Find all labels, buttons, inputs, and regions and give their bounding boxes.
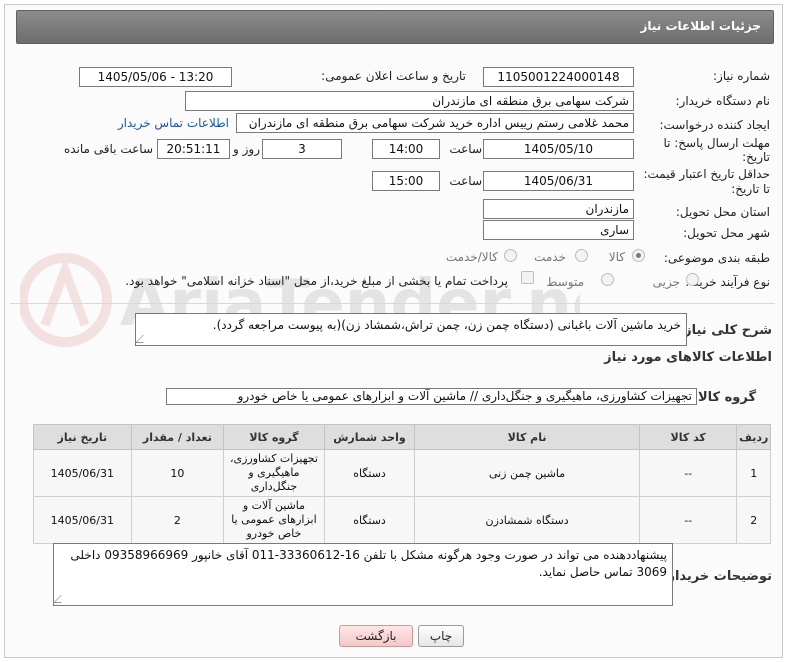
need-number-field: 1105001224000148 bbox=[483, 67, 634, 87]
cell-row-number: 1 bbox=[736, 449, 771, 497]
buyer-notes-label: توضیحات خریدار: bbox=[662, 569, 772, 584]
process-option-medium: متوسط bbox=[546, 275, 584, 289]
description-text: خرید ماشین آلات باغبانی (دستگاه چمن زن، … bbox=[212, 318, 681, 332]
category-label: طبقه بندی موضوعی: bbox=[663, 251, 770, 265]
days-label: روز و bbox=[233, 142, 260, 156]
description-textarea[interactable]: خرید ماشین آلات باغبانی (دستگاه چمن زن، … bbox=[135, 313, 687, 346]
validity-time-field: 15:00 bbox=[372, 171, 440, 191]
buyer-contact-link[interactable]: اطلاعات تماس خریدار bbox=[118, 116, 229, 130]
validity-time-label: ساعت bbox=[449, 174, 482, 188]
cell-item-code: -- bbox=[638, 449, 738, 497]
section-divider bbox=[10, 303, 775, 304]
description-label: شرح کلی نیاز: bbox=[678, 323, 772, 338]
print-button[interactable]: چاپ bbox=[418, 625, 464, 647]
back-button[interactable]: بازگشت bbox=[339, 625, 413, 647]
cell-unit: دستگاه bbox=[323, 496, 416, 544]
process-radio-minor[interactable] bbox=[686, 273, 699, 286]
table-row: 2 -- دستگاه شمشادزن دستگاه ماشین آلات و … bbox=[33, 496, 771, 544]
cell-row-number: 2 bbox=[736, 496, 771, 544]
validity-label-date: تا تاریخ: bbox=[731, 182, 770, 196]
creator-label: ایجاد کننده درخواست: bbox=[659, 118, 770, 132]
table-row: 1 -- ماشین چمن زنی دستگاه تجهیزات کشاورز… bbox=[33, 449, 771, 497]
goods-group-field: تجهیزات کشاورزی، ماهیگیری و جنگل‌داری //… bbox=[166, 388, 697, 405]
header-quantity: تعداد / مقدار bbox=[130, 424, 225, 450]
city-label: شهر محل تحویل: bbox=[683, 226, 770, 240]
goods-group-label: گروه کالا: bbox=[692, 390, 756, 405]
process-option-minor: جزیی bbox=[652, 275, 680, 289]
deadline-label-date: تاریخ: bbox=[742, 150, 770, 164]
deadline-time-label: ساعت bbox=[449, 142, 482, 156]
category-option-goods: کالا bbox=[608, 250, 625, 264]
cell-quantity: 2 bbox=[130, 496, 225, 544]
category-option-goods-service: کالا/خدمت bbox=[445, 250, 498, 264]
category-radio-service[interactable] bbox=[575, 249, 588, 262]
panel-header: جزئیات اطلاعات نیاز bbox=[16, 10, 774, 44]
header-row-number: ردیف bbox=[736, 424, 771, 450]
category-option-service: خدمت bbox=[534, 250, 566, 264]
province-field: مازندران bbox=[483, 199, 634, 219]
category-radio-goods-service[interactable] bbox=[504, 249, 517, 262]
cell-item-name: دستگاه شمشادزن bbox=[414, 496, 640, 544]
panel-title: جزئیات اطلاعات نیاز bbox=[640, 19, 761, 33]
header-item-group: گروه کالا bbox=[223, 424, 325, 450]
deadline-time-field: 14:00 bbox=[372, 139, 440, 159]
resize-grip-icon[interactable] bbox=[53, 595, 69, 603]
cell-item-group: تجهیزات کشاورزی، ماهیگیری و جنگل‌داری bbox=[223, 449, 325, 497]
cell-unit: دستگاه bbox=[323, 449, 416, 497]
treasury-payment-note: پرداخت تمام یا بخشی از مبلغ خرید،از محل … bbox=[125, 274, 508, 288]
need-number-label: شماره نیاز: bbox=[713, 69, 770, 83]
remaining-label: ساعت باقی مانده bbox=[63, 142, 153, 156]
header-need-date: تاریخ نیاز bbox=[33, 424, 132, 450]
cell-item-code: -- bbox=[638, 496, 738, 544]
table-header-row: ردیف کد کالا نام کالا واحد شمارش گروه کا… bbox=[33, 424, 771, 450]
cell-quantity: 10 bbox=[130, 449, 225, 497]
category-radio-goods[interactable] bbox=[632, 249, 645, 262]
cell-need-date: 1405/06/31 bbox=[33, 449, 132, 497]
header-unit: واحد شمارش bbox=[323, 424, 416, 450]
goods-table: ردیف کد کالا نام کالا واحد شمارش گروه کا… bbox=[33, 424, 771, 544]
process-radio-medium[interactable] bbox=[601, 273, 614, 286]
validity-date-field: 1405/06/31 bbox=[483, 171, 634, 191]
header-item-code: کد کالا bbox=[638, 424, 738, 450]
treasury-payment-checkbox[interactable] bbox=[521, 271, 534, 284]
buyer-notes-text: پیشنهاددهنده می تواند در صورت وجود هرگون… bbox=[70, 548, 667, 579]
days-field: 3 bbox=[262, 139, 342, 159]
creator-field: محمد غلامی رستم رییس اداره خرید شرکت سها… bbox=[236, 113, 634, 133]
announce-field: 1405/05/06 - 13:20 bbox=[79, 67, 232, 87]
deadline-date-field: 1405/05/10 bbox=[483, 139, 634, 159]
remaining-time-field: 20:51:11 bbox=[157, 139, 230, 159]
cell-item-name: ماشین چمن زنی bbox=[414, 449, 640, 497]
province-label: استان محل تحویل: bbox=[675, 205, 770, 219]
city-field: ساری bbox=[483, 220, 634, 240]
cell-need-date: 1405/06/31 bbox=[33, 496, 132, 544]
deadline-label: مهلت ارسال پاسخ: تا bbox=[663, 136, 770, 150]
buyer-org-label: نام دستگاه خریدار: bbox=[675, 94, 771, 108]
cell-item-group: ماشین آلات و ابزارهای عمومی یا خاص خودرو bbox=[223, 496, 325, 544]
validity-label: حداقل تاریخ اعتبار قیمت: bbox=[643, 167, 770, 181]
header-item-name: نام کالا bbox=[414, 424, 640, 450]
resize-grip-icon[interactable] bbox=[135, 335, 151, 343]
goods-section-title: اطلاعات کالاهای مورد نیاز bbox=[604, 350, 772, 365]
buyer-org-field: شرکت سهامی برق منطقه ای مازندران bbox=[185, 91, 634, 111]
announce-label: تاریخ و ساعت اعلان عمومی: bbox=[321, 69, 466, 83]
buyer-notes-textarea[interactable]: پیشنهاددهنده می تواند در صورت وجود هرگون… bbox=[53, 543, 673, 606]
